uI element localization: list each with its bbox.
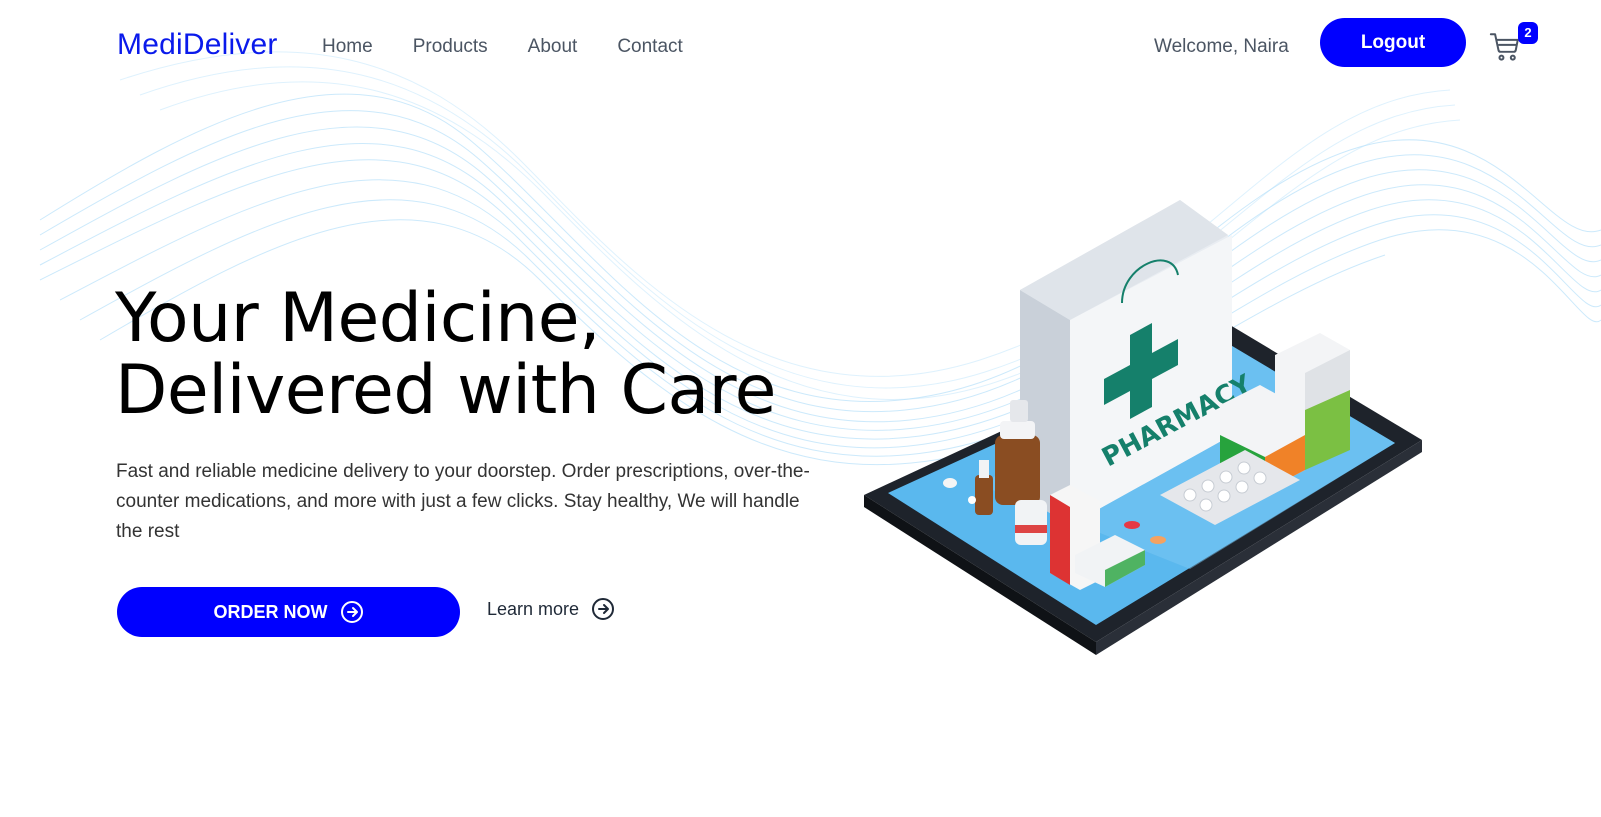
welcome-text: Welcome, Naira	[1154, 36, 1289, 57]
hero-title-line-2: Delivered with Care	[115, 351, 776, 430]
cart-count-badge: 2	[1518, 22, 1538, 44]
top-navbar: MediDeliver Home Products About Contact …	[0, 0, 1601, 96]
brand-logo[interactable]: MediDeliver	[117, 28, 278, 62]
order-now-button[interactable]: ORDER NOW	[117, 587, 460, 637]
shopping-cart-icon[interactable]	[1488, 30, 1522, 64]
logout-button[interactable]: Logout	[1320, 18, 1466, 67]
learn-more-label: Learn more	[487, 598, 580, 619]
hero-title: Your Medicine, Delivered with Care	[115, 283, 776, 427]
pharmacy-illustration: PHARMACY	[864, 200, 1422, 655]
arrow-right-circle-icon	[340, 601, 363, 623]
order-now-label: ORDER NOW	[213, 601, 328, 622]
nav-link-about[interactable]: About	[528, 36, 578, 58]
nav-link-home[interactable]: Home	[322, 36, 373, 58]
nav-links: Home Products About Contact	[322, 36, 683, 58]
arrow-right-circle-icon	[592, 598, 615, 620]
hero-title-line-1: Your Medicine,	[115, 279, 601, 358]
learn-more-link[interactable]: Learn more	[487, 597, 615, 621]
hero-description: Fast and reliable medicine delivery to y…	[116, 461, 810, 542]
nav-link-contact[interactable]: Contact	[617, 36, 682, 58]
nav-link-products[interactable]: Products	[413, 36, 488, 58]
